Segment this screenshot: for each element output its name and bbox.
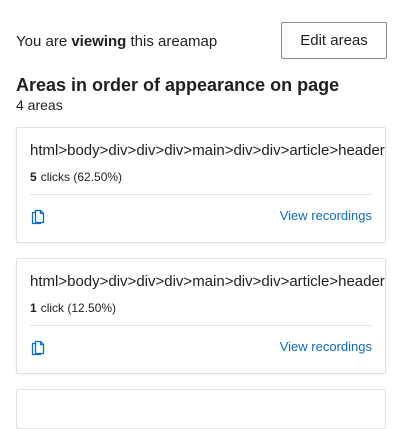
viewing-suffix: this areamap bbox=[126, 33, 218, 50]
area-selector-path: html>body>div>div>div>main>div>div>artic… bbox=[30, 142, 385, 159]
click-percentage: click (12.50%) bbox=[40, 301, 117, 315]
view-recordings-link[interactable]: View recordings bbox=[280, 208, 372, 223]
viewing-status-text: You are viewing this areamap bbox=[16, 33, 217, 50]
area-card: html>body>div>div>div>main>div>div>artic… bbox=[16, 258, 386, 374]
area-selector-path: html>body>div>div>div>main>div>div>artic… bbox=[30, 273, 385, 290]
click-count: 5 bbox=[30, 170, 37, 184]
viewing-mode: viewing bbox=[71, 33, 127, 50]
edit-areas-button[interactable]: Edit areas bbox=[281, 22, 387, 59]
click-percentage: clicks (62.50%) bbox=[40, 170, 123, 184]
card-divider bbox=[30, 325, 372, 326]
area-card: html>body>div>div>div>main>div>div>artic… bbox=[16, 127, 386, 243]
copy-icon[interactable] bbox=[29, 207, 47, 225]
copy-icon[interactable] bbox=[29, 338, 47, 356]
viewing-prefix: You are bbox=[16, 33, 72, 50]
areas-count: 4 areas bbox=[16, 97, 63, 113]
section-title: Areas in order of appearance on page bbox=[16, 75, 340, 95]
area-click-stats: 5 clicks (62.50%) bbox=[30, 170, 122, 184]
area-click-stats: 1 click (12.50%) bbox=[30, 301, 116, 315]
view-recordings-link[interactable]: View recordings bbox=[280, 339, 372, 354]
area-card-partial bbox=[16, 389, 386, 429]
areamap-header: You are viewing this areamap Edit areas bbox=[16, 22, 388, 62]
card-divider bbox=[30, 194, 372, 195]
click-count: 1 bbox=[30, 301, 37, 315]
